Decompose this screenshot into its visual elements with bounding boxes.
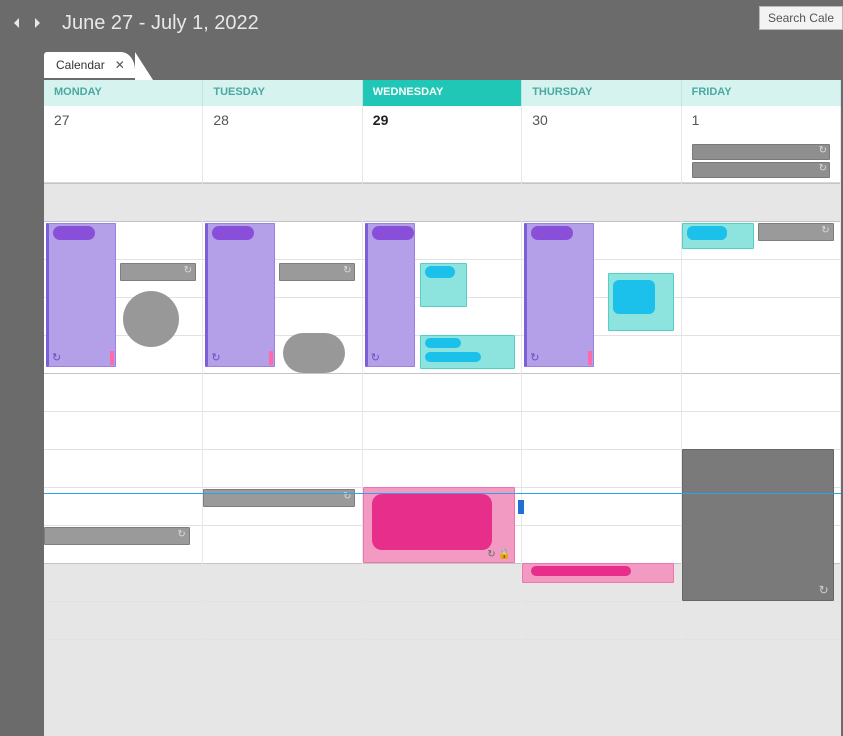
calendar-event[interactable] [420, 335, 515, 369]
redaction-scribble [123, 291, 179, 347]
calendar-view: MONDAY TUESDAY WEDNESDAY THURSDAY FRIDAY… [44, 80, 841, 736]
date-row: 27 28 29 30 1 [44, 106, 841, 183]
time-grid: 7AM 8 9 10 11 12PM 1 2 3 4 5 6 [44, 183, 841, 736]
day-column-mon[interactable] [44, 183, 203, 736]
day-header-thursday[interactable]: THURSDAY [522, 80, 681, 106]
current-time-line [44, 493, 841, 494]
calendar-event[interactable] [682, 223, 755, 249]
date-cell-wed[interactable]: 29 [363, 106, 522, 182]
calendar-event[interactable] [758, 223, 834, 241]
grid-body: ▲ [44, 183, 841, 736]
calendar-event[interactable] [522, 563, 674, 583]
redaction-scribble [283, 333, 345, 373]
current-time-marker [518, 500, 524, 514]
day-headers: MONDAY TUESDAY WEDNESDAY THURSDAY FRIDAY [44, 80, 841, 106]
day-column-fri[interactable] [682, 183, 841, 736]
allday-event[interactable] [692, 144, 830, 160]
calendar-event[interactable] [203, 489, 355, 507]
day-header-tuesday[interactable]: TUESDAY [203, 80, 362, 106]
calendar-event[interactable] [682, 449, 834, 601]
next-week-button[interactable] [30, 16, 44, 30]
calendar-event[interactable] [120, 263, 196, 281]
date-cell-tue[interactable]: 28 [203, 106, 362, 182]
calendar-event[interactable] [524, 223, 594, 367]
day-header-wednesday[interactable]: WEDNESDAY [363, 80, 522, 106]
allday-event[interactable] [692, 162, 830, 178]
calendar-event[interactable] [365, 223, 416, 367]
recurring-private-icon: ↻ 🔒 [487, 549, 511, 560]
week-nav [10, 16, 44, 30]
date-cell-mon[interactable]: 27 [44, 106, 203, 182]
calendar-event[interactable] [420, 263, 468, 307]
search-calendar-button[interactable]: Search Cale [759, 6, 843, 30]
calendar-event[interactable] [279, 263, 355, 281]
date-cell-thu[interactable]: 30 [522, 106, 681, 182]
collapse-caret-icon[interactable]: ▲ [198, 183, 208, 186]
day-column-thu[interactable] [522, 183, 681, 736]
header-bar: June 27 - July 1, 2022 Search Cale [0, 0, 843, 46]
calendar-event[interactable] [608, 273, 675, 331]
day-header-friday[interactable]: FRIDAY [682, 80, 841, 106]
prev-week-button[interactable] [10, 16, 24, 30]
calendar-event[interactable] [44, 527, 190, 545]
calendar-event[interactable] [205, 223, 275, 367]
calendar-event[interactable]: ↻ 🔒 [363, 487, 515, 563]
calendar-event[interactable] [46, 223, 116, 367]
tab-strip: Calendar ✕ [44, 52, 135, 78]
date-range-label: June 27 - July 1, 2022 [62, 12, 259, 35]
day-column-wed[interactable]: ↻ 🔒 [363, 183, 522, 736]
day-header-monday[interactable]: MONDAY [44, 80, 203, 106]
close-icon[interactable]: ✕ [115, 58, 125, 72]
day-column-tue[interactable] [203, 183, 362, 736]
tab-calendar[interactable]: Calendar ✕ [44, 52, 135, 78]
date-cell-fri[interactable]: 1 [682, 106, 841, 182]
tab-label: Calendar [56, 58, 105, 72]
